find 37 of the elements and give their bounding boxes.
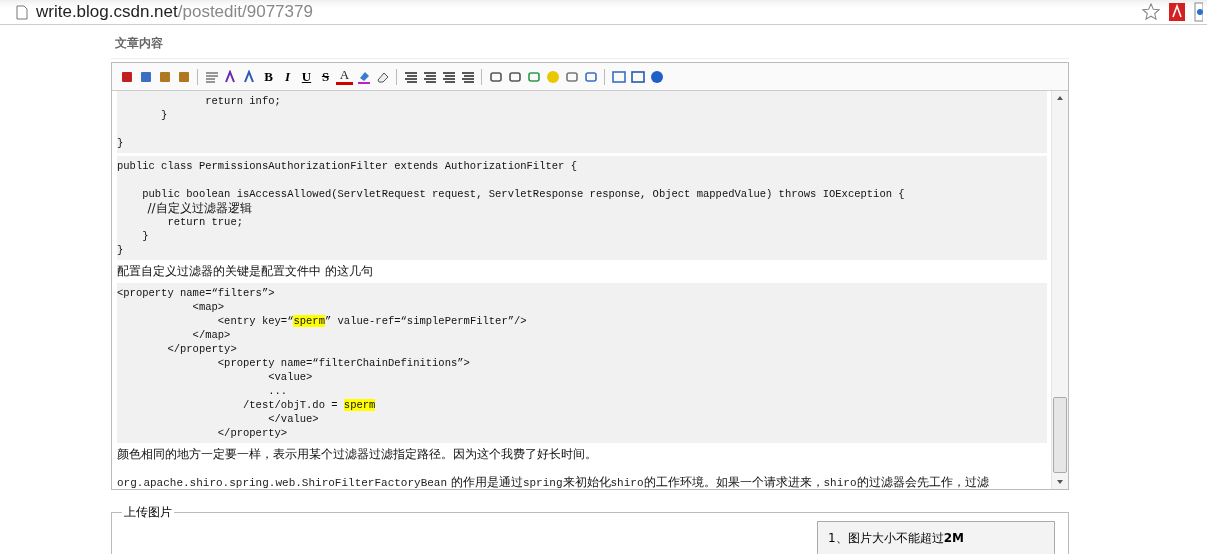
code-line: </property> xyxy=(216,426,289,440)
code-line: ... xyxy=(267,384,289,398)
pdf-extension-icon[interactable] xyxy=(1168,2,1186,22)
scrollbar[interactable] xyxy=(1051,91,1068,489)
format-button[interactable]: A xyxy=(336,68,353,85)
code-line: } xyxy=(117,136,125,150)
code-line: return true; xyxy=(166,215,245,229)
code-line: <property name=“filterChainDefinitions”> xyxy=(216,356,471,370)
code-line: } xyxy=(141,229,150,243)
upload-note: 1、图片大小不能超过2M xyxy=(817,521,1055,554)
star-icon[interactable] xyxy=(1142,3,1160,21)
code-line: </map> xyxy=(191,328,232,342)
code-line: /test/objT.do = sperm xyxy=(242,398,377,412)
code-line: //自定义过滤器逻辑 xyxy=(146,201,253,215)
code-line: public class PermissionsAuthorizationFilter extends AuthorizationFilter { xyxy=(117,159,578,173)
code-line: </property> xyxy=(166,342,238,356)
format-button[interactable]: B xyxy=(260,68,277,85)
paragraph: org.apache.shiro.spring.web.ShiroFilterFactoryBean 的作用是通过spring来初始化shiro的工作环境。如果一个请求进来，shiro的过滤器会先工作，过滤 xyxy=(117,474,990,489)
code-line: } xyxy=(160,108,169,122)
code-line: <value> xyxy=(267,370,314,384)
code-line: <property name=“filters”> xyxy=(117,286,276,300)
page-icon xyxy=(16,4,28,20)
code-line: } xyxy=(117,243,125,257)
format-button[interactable]: U xyxy=(298,68,315,85)
section-label: 文章内容 xyxy=(111,35,1069,59)
format-button[interactable]: S xyxy=(317,68,334,85)
code-line: public boolean isAccessAllowed(ServletRequest request, ServletResponse response, Object mappedValue) throws IOException { xyxy=(141,187,906,201)
scroll-thumb[interactable] xyxy=(1053,397,1067,473)
format-button[interactable]: I xyxy=(279,68,296,85)
paragraph: 配置自定义过滤器的关键是配置文件中 的这几句 xyxy=(117,263,374,279)
document-extension-icon[interactable] xyxy=(1194,2,1203,22)
code-line: return info; xyxy=(204,94,282,108)
upload-legend: 上传图片 xyxy=(122,504,174,521)
code-line: <map> xyxy=(191,300,226,314)
url-text[interactable]: write.blog.csdn.net/postedit/9077379 xyxy=(36,2,1134,22)
paragraph: 颜色相同的地方一定要一样，表示用某个过滤器过滤指定路径。因为这个我费了好长时间。 xyxy=(117,446,598,462)
code-line: </value> xyxy=(267,412,320,426)
